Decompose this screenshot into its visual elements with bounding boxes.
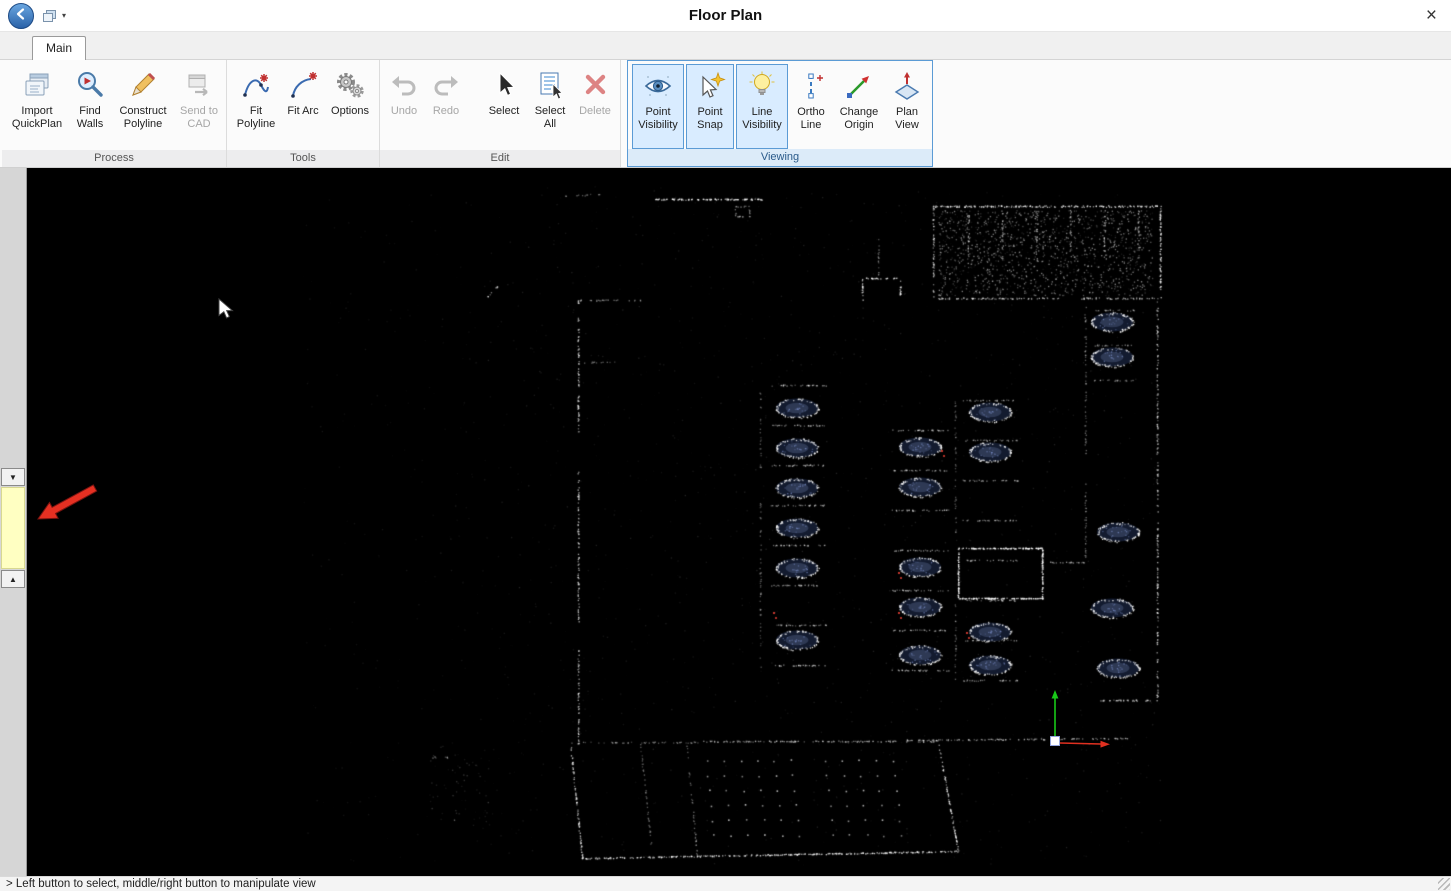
button-label: Delete: [579, 105, 611, 118]
ortho-line-icon: [795, 70, 827, 102]
select-cursor-icon: [488, 69, 520, 101]
window-title: Floor Plan: [0, 7, 1451, 24]
fit-polyline-icon: [240, 69, 272, 101]
button-label: Fit Arc: [287, 105, 318, 118]
select-all-icon: [534, 69, 566, 101]
fit-arc-button[interactable]: Fit Arc: [283, 63, 323, 150]
button-label: Construct Polyline: [114, 105, 172, 130]
titlebar: ▾ Floor Plan ×: [0, 0, 1451, 32]
undo-button[interactable]: Undo: [384, 63, 424, 150]
fit-polyline-button[interactable]: Fit Polyline: [231, 63, 281, 150]
ribbon-tab-strip: Main: [0, 32, 1451, 60]
options-button[interactable]: Options: [325, 63, 375, 150]
plan-view-button[interactable]: Plan View: [886, 64, 928, 149]
point-snap-icon: [694, 70, 726, 102]
close-button[interactable]: ×: [1426, 6, 1437, 25]
status-bar: > Left button to select, middle/right bu…: [0, 876, 1451, 891]
ribbon-group-label-edit: Edit: [380, 150, 620, 167]
point-cloud-canvas[interactable]: [27, 168, 1451, 876]
import-quickplan-button[interactable]: Import QuickPlan: [6, 63, 68, 150]
button-label: Send to CAD: [178, 105, 220, 130]
left-sidebar: ▼ ▲: [0, 168, 27, 876]
resize-grip[interactable]: [1438, 878, 1450, 890]
options-gears-icon: [334, 69, 366, 101]
tab-main[interactable]: Main: [32, 36, 86, 60]
button-label: Find Walls: [72, 105, 108, 130]
button-label: Change Origin: [836, 106, 882, 131]
ribbon-group-viewing: Point Visibility Point Snap: [627, 60, 933, 167]
sidebar-highlight-panel[interactable]: [1, 487, 25, 569]
undo-icon: [388, 69, 420, 101]
ribbon-group-edit: Undo Redo: [380, 60, 621, 167]
button-label: Line Visibility: [738, 106, 786, 131]
process-buttons: Import QuickPlan Find Walls: [2, 60, 226, 150]
tools-buttons: Fit Polyline Fit Arc: [227, 60, 379, 150]
scroll-down-button[interactable]: ▼: [1, 468, 25, 486]
point-visibility-eye-icon: [642, 70, 674, 102]
quick-access-dropdown-icon[interactable]: ▾: [62, 11, 66, 20]
ribbon-group-tools: Fit Polyline Fit Arc: [227, 60, 380, 167]
send-to-cad-button[interactable]: Send to CAD: [176, 63, 222, 150]
status-text: > Left button to select, middle/right bu…: [6, 878, 316, 890]
button-label: Plan View: [888, 106, 926, 131]
point-snap-button[interactable]: Point Snap: [686, 64, 734, 149]
send-to-cad-icon: [183, 69, 215, 101]
viewing-buttons: Point Visibility Point Snap: [628, 61, 932, 149]
fit-arc-icon: [287, 69, 319, 101]
select-button[interactable]: Select: [482, 63, 526, 150]
button-label: Ortho Line: [792, 106, 830, 131]
edit-buttons: Undo Redo: [380, 60, 620, 150]
back-icon: [13, 6, 29, 25]
point-visibility-button[interactable]: Point Visibility: [632, 64, 684, 149]
construct-polyline-icon: [127, 69, 159, 101]
change-origin-icon: [843, 70, 875, 102]
workspace: ▼ ▲: [0, 168, 1451, 876]
line-visibility-button[interactable]: Line Visibility: [736, 64, 788, 149]
floor-plan-app: ▾ Floor Plan × Main Imp: [0, 0, 1451, 891]
button-label: Redo: [433, 105, 459, 118]
delete-button[interactable]: Delete: [574, 63, 616, 150]
redo-button[interactable]: Redo: [426, 63, 466, 150]
find-walls-button[interactable]: Find Walls: [70, 63, 110, 150]
back-button[interactable]: [8, 3, 34, 29]
point-cloud-viewport[interactable]: [27, 168, 1451, 876]
delete-icon: [579, 69, 611, 101]
ribbon-group-label-process: Process: [2, 150, 226, 167]
button-label: Select All: [530, 105, 570, 130]
button-label: Import QuickPlan: [8, 105, 66, 130]
redo-icon: [430, 69, 462, 101]
ribbon-group-label-tools: Tools: [227, 150, 379, 167]
construct-polyline-button[interactable]: Construct Polyline: [112, 63, 174, 150]
line-visibility-bulb-icon: [746, 70, 778, 102]
change-origin-button[interactable]: Change Origin: [834, 64, 884, 149]
select-all-button[interactable]: Select All: [528, 63, 572, 150]
ribbon: Import QuickPlan Find Walls: [0, 60, 1451, 168]
ribbon-group-process: Import QuickPlan Find Walls: [2, 60, 227, 167]
button-label: Options: [331, 105, 369, 118]
plan-view-icon: [891, 70, 923, 102]
import-quickplan-icon: [21, 69, 53, 101]
find-walls-icon: [74, 69, 106, 101]
button-label: Select: [489, 105, 520, 118]
window-copy-icon[interactable]: [42, 8, 57, 24]
ribbon-group-label-viewing: Viewing: [628, 149, 932, 166]
button-label: Point Snap: [688, 106, 732, 131]
scroll-up-button[interactable]: ▲: [1, 570, 25, 588]
ortho-line-button[interactable]: Ortho Line: [790, 64, 832, 149]
button-label: Point Visibility: [634, 106, 682, 131]
button-label: Fit Polyline: [233, 105, 279, 130]
button-label: Undo: [391, 105, 417, 118]
